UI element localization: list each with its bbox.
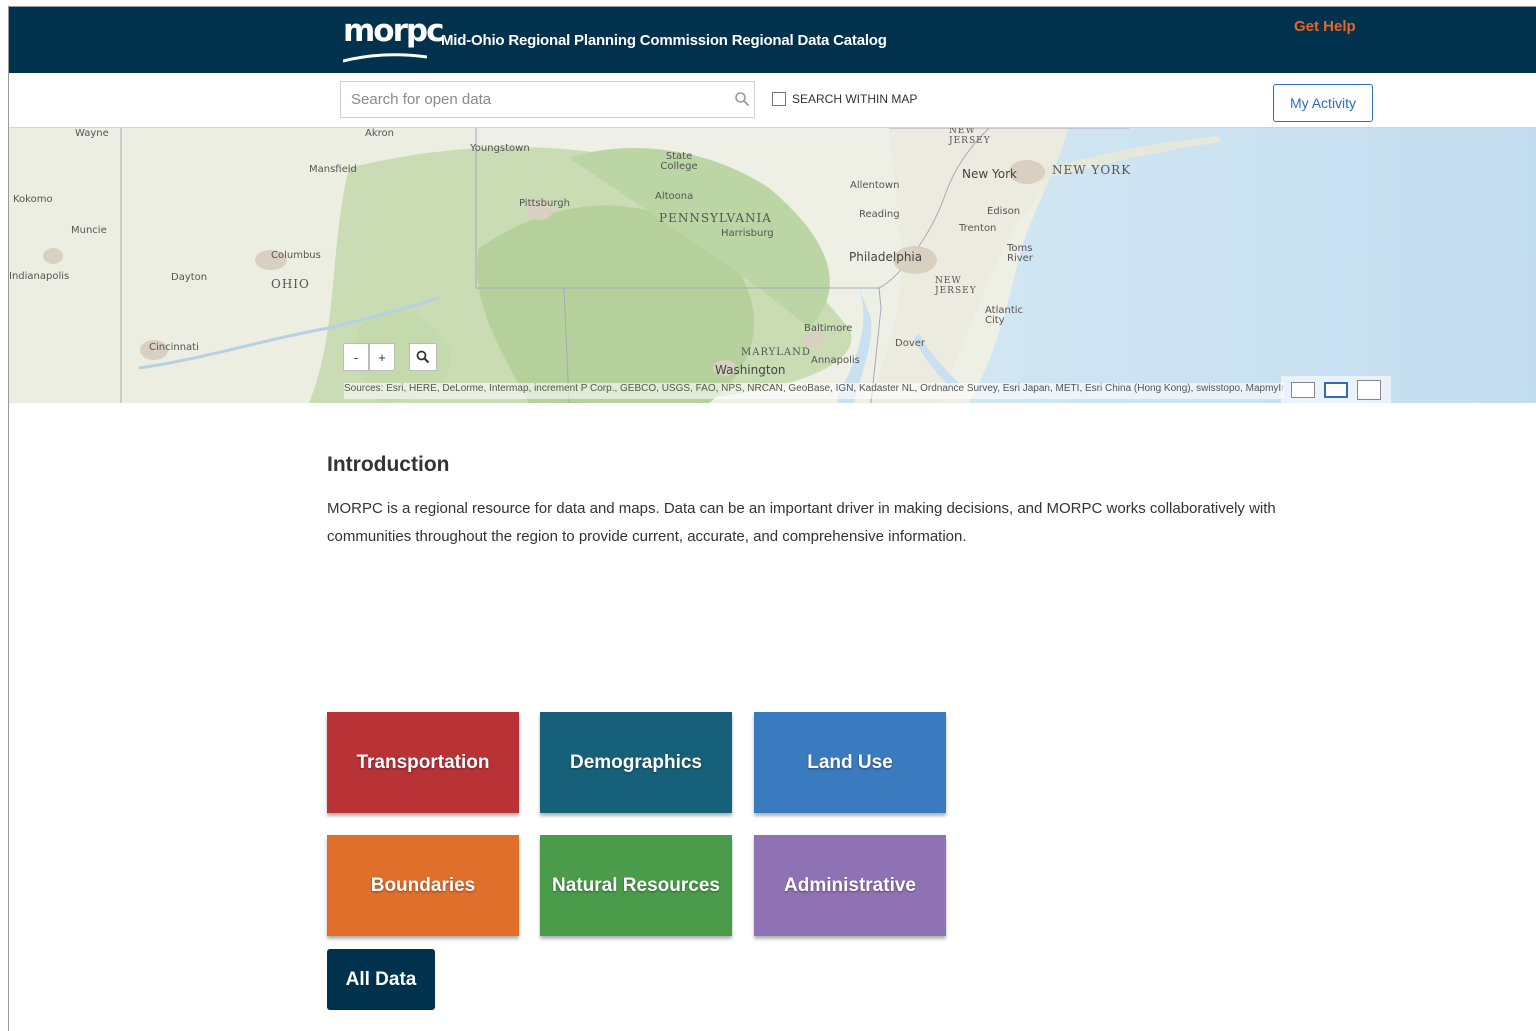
view-list-toggle[interactable] <box>1291 382 1316 398</box>
category-label: Transportation <box>356 751 490 773</box>
map-label-dayton: Dayton <box>171 272 208 283</box>
map-search-button[interactable] <box>409 343 437 371</box>
map-label-youngstown: Youngstown <box>470 143 530 154</box>
map-label-new-jersey: NEW JERSEY <box>935 276 977 296</box>
category-label: Natural Resources <box>552 874 720 896</box>
map-label-trenton: Trenton <box>959 223 997 234</box>
map-label-ohio: OHIO <box>271 277 310 291</box>
map-label-baltimore: Baltimore <box>804 323 853 334</box>
map-label-maryland: MARYLAND <box>741 347 811 358</box>
category-demographics-tile[interactable]: Demographics <box>540 712 732 813</box>
zoom-in-button[interactable]: + <box>369 343 395 371</box>
map-label-allentown: Allentown <box>850 180 900 191</box>
site-title: Mid-Ohio Regional Planning Commission Re… <box>441 32 887 49</box>
map-label-new-york-city: New York <box>962 167 1017 181</box>
map-label-pittsburgh: Pittsburgh <box>519 198 570 209</box>
category-transportation-tile[interactable]: Transportation <box>327 712 519 813</box>
basemap <box>9 128 1536 403</box>
search-within-map-checkbox[interactable] <box>772 92 786 106</box>
map-label-annapolis: Annapolis <box>811 355 860 366</box>
map-label-kokomo: Kokomo <box>13 194 53 205</box>
page-frame: morpc Mid-Ohio Regional Planning Commiss… <box>8 6 1536 1031</box>
map-label-indianapolis: Indianapolis <box>9 271 70 282</box>
search-bar: SEARCH WITHIN MAP My Activity <box>9 73 1536 128</box>
zoom-out-button[interactable]: - <box>343 343 369 371</box>
intro-text: MORPC is a regional resource for data an… <box>327 500 1276 545</box>
category-boundaries-tile[interactable]: Boundaries <box>327 835 519 936</box>
map-label-wayne: Wayne <box>75 128 109 139</box>
map-label-pennsylvania: PENNSYLVANIA <box>659 211 772 225</box>
zoom-controls: - + <box>343 343 395 371</box>
map-label-washington: Washington <box>715 363 786 377</box>
map-label-philadelphia: Philadelphia <box>849 250 923 264</box>
map-label-mansfield: Mansfield <box>309 164 357 175</box>
search-within-map-toggle[interactable]: SEARCH WITHIN MAP <box>772 92 917 106</box>
view-map-toggle[interactable] <box>1356 380 1381 400</box>
map-label-atlantic-city: Atlantic City <box>985 305 1024 326</box>
category-land-use-tile[interactable]: Land Use <box>754 712 946 813</box>
category-label: Administrative <box>784 874 916 896</box>
category-label: Demographics <box>570 751 702 773</box>
view-toggles <box>1281 376 1391 403</box>
view-split-toggle[interactable] <box>1323 382 1348 398</box>
map-view[interactable]: Wayne Akron Youngstown Mansfield State C… <box>9 128 1536 403</box>
search-within-map-label: SEARCH WITHIN MAP <box>792 92 918 106</box>
category-label: Land Use <box>807 751 893 773</box>
intro-title: Introduction <box>327 453 450 476</box>
map-label-dover: Dover <box>895 338 925 349</box>
category-administrative-tile[interactable]: Administrative <box>754 835 946 936</box>
morpc-logo[interactable]: morpc <box>343 13 444 63</box>
my-activity-button[interactable]: My Activity <box>1273 84 1373 122</box>
logo-text: morpc <box>343 13 444 49</box>
map-label-edison: Edison <box>987 206 1021 217</box>
map-label-toms-river: Toms River <box>1007 243 1033 264</box>
category-label: Boundaries <box>370 874 476 896</box>
logo-swoosh-icon <box>343 53 427 63</box>
all-data-button[interactable]: All Data <box>327 949 435 1010</box>
map-label-akron: Akron <box>365 128 394 139</box>
map-label-muncie: Muncie <box>71 225 107 236</box>
map-label-new-jersey-top: NEW JERSEY <box>949 128 991 146</box>
map-label-state-college: State College <box>660 151 698 172</box>
search-input[interactable] <box>341 82 721 117</box>
map-label-cincinnati: Cincinnati <box>149 342 199 353</box>
search-icon[interactable] <box>734 91 750 107</box>
search-box <box>340 81 755 118</box>
category-natural-resources-tile[interactable]: Natural Resources <box>540 835 732 936</box>
get-help-link[interactable]: Get Help <box>1294 18 1356 35</box>
map-label-columbus: Columbus <box>271 250 321 261</box>
map-label-altoona: Altoona <box>655 191 694 202</box>
map-label-new-york-state: NEW YORK <box>1052 163 1132 177</box>
magnifier-icon <box>416 350 430 364</box>
map-attribution: Sources: Esri, HERE, DeLorme, Intermap, … <box>344 383 1284 399</box>
map-label-reading: Reading <box>859 209 900 220</box>
map-label-harrisburg: Harrisburg <box>721 228 774 239</box>
top-header: morpc Mid-Ohio Regional Planning Commiss… <box>9 7 1536 73</box>
